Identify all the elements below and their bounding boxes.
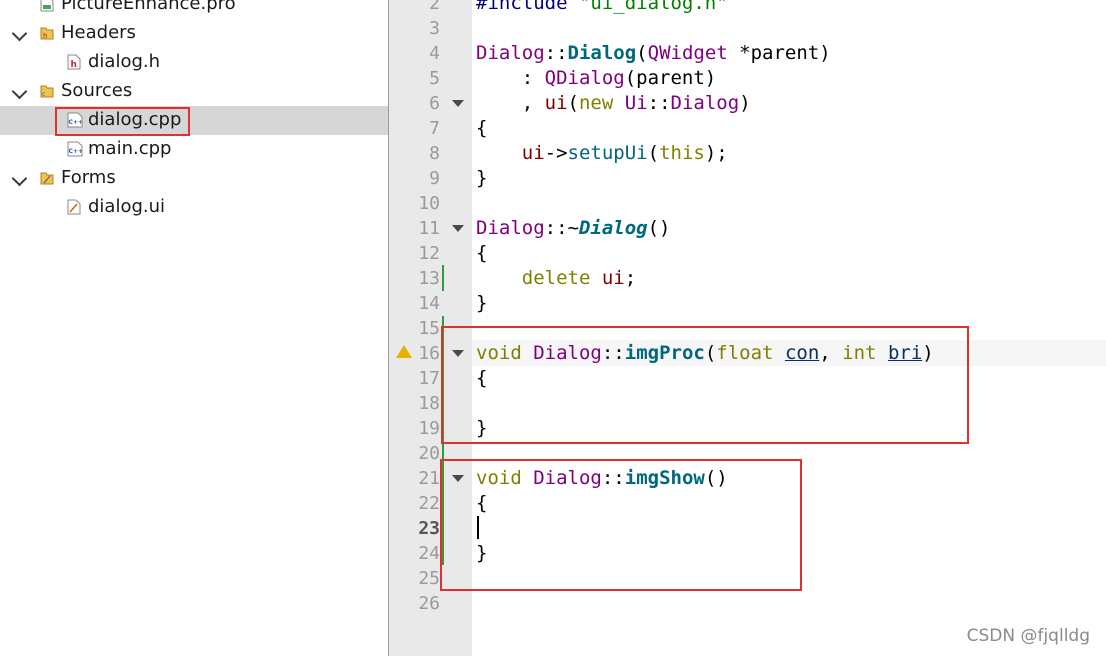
line-number: 7	[429, 118, 440, 139]
header-file-icon: h	[67, 54, 81, 74]
code-line[interactable]: {	[476, 116, 487, 141]
line-number: 8	[429, 143, 440, 164]
tree-item[interactable]: c Sources	[0, 77, 388, 106]
svg-text:h: h	[71, 60, 77, 70]
line-number: 6	[429, 93, 440, 114]
code-line[interactable]: }	[476, 166, 487, 191]
line-number: 15	[418, 318, 440, 339]
tree-item-label: main.cpp	[88, 138, 172, 159]
line-number: 19	[418, 418, 440, 439]
chevron-down-icon[interactable]	[11, 170, 28, 187]
line-number: 9	[429, 168, 440, 189]
code-line[interactable]: , ui(new Ui::Dialog)	[476, 91, 751, 116]
project-file-icon	[40, 0, 54, 16]
svg-text:C++: C++	[69, 148, 83, 155]
line-number: 10	[418, 193, 440, 214]
fold-arrow-icon[interactable]	[452, 225, 464, 232]
fold-arrow-icon[interactable]	[452, 100, 464, 107]
tree-item[interactable]: PictureEnhance.pro	[0, 0, 388, 19]
line-number: 14	[418, 293, 440, 314]
code-line[interactable]: ui->setupUi(this);	[476, 141, 728, 166]
imgshow-highlight-box	[440, 459, 802, 591]
tree-item[interactable]: C++ main.cpp	[0, 135, 388, 164]
tree-item-label: PictureEnhance.pro	[61, 0, 236, 14]
code-line[interactable]: Dialog::Dialog(QWidget *parent)	[476, 41, 831, 66]
tree-item[interactable]: Forms	[0, 164, 388, 193]
line-number: 4	[429, 43, 440, 64]
line-number: 21	[418, 468, 440, 489]
line-number: 22	[418, 493, 440, 514]
chevron-down-icon[interactable]	[11, 25, 28, 42]
watermark: CSDN @fjqlldg	[966, 626, 1090, 646]
line-number: 20	[418, 443, 440, 464]
tree-item-label: Sources	[61, 80, 133, 101]
ui-file-icon	[67, 199, 81, 219]
code-line[interactable]: #include "ui_dialog.h"	[476, 0, 728, 16]
line-number: 18	[418, 393, 440, 414]
warning-icon[interactable]	[396, 345, 412, 358]
line-number: 5	[429, 68, 440, 89]
line-number: 17	[418, 368, 440, 389]
line-number: 3	[429, 18, 440, 39]
svg-text:h: h	[43, 32, 47, 40]
line-number: 12	[418, 243, 440, 264]
tree-item[interactable]: h Headers	[0, 19, 388, 48]
code-line[interactable]: {	[476, 241, 487, 266]
line-number: 26	[418, 593, 440, 614]
sources-folder-icon: c	[40, 83, 54, 103]
project-tree: PictureEnhance.pro h Headers h dialog.h c Sour…	[0, 0, 389, 656]
line-number: 25	[418, 568, 440, 589]
tree-item[interactable]: dialog.ui	[0, 193, 388, 222]
code-line[interactable]: Dialog::~Dialog()	[476, 216, 671, 241]
code-line[interactable]: delete ui;	[476, 266, 636, 291]
tree-item[interactable]: h dialog.h	[0, 48, 388, 77]
line-number: 11	[418, 218, 440, 239]
tree-item-label: dialog.ui	[88, 196, 166, 217]
cpp-file-icon: C++	[67, 141, 83, 161]
line-number: 24	[418, 543, 440, 564]
selected-file-highlight	[55, 107, 190, 136]
chevron-down-icon[interactable]	[11, 83, 28, 100]
code-line[interactable]: }	[476, 291, 487, 316]
forms-folder-icon	[40, 170, 54, 190]
line-number: 13	[418, 268, 440, 289]
line-number: 23	[418, 518, 440, 539]
imgproc-highlight-box	[441, 326, 969, 444]
line-number: 2	[429, 0, 440, 14]
tree-item-label: Headers	[61, 22, 136, 43]
code-line[interactable]: : QDialog(parent)	[476, 66, 716, 91]
tree-item-label: dialog.h	[88, 51, 161, 72]
tree-item-label: Forms	[61, 167, 116, 188]
modified-line-marker	[442, 265, 444, 291]
headers-folder-icon: h	[40, 25, 54, 45]
svg-text:c: c	[42, 91, 45, 98]
